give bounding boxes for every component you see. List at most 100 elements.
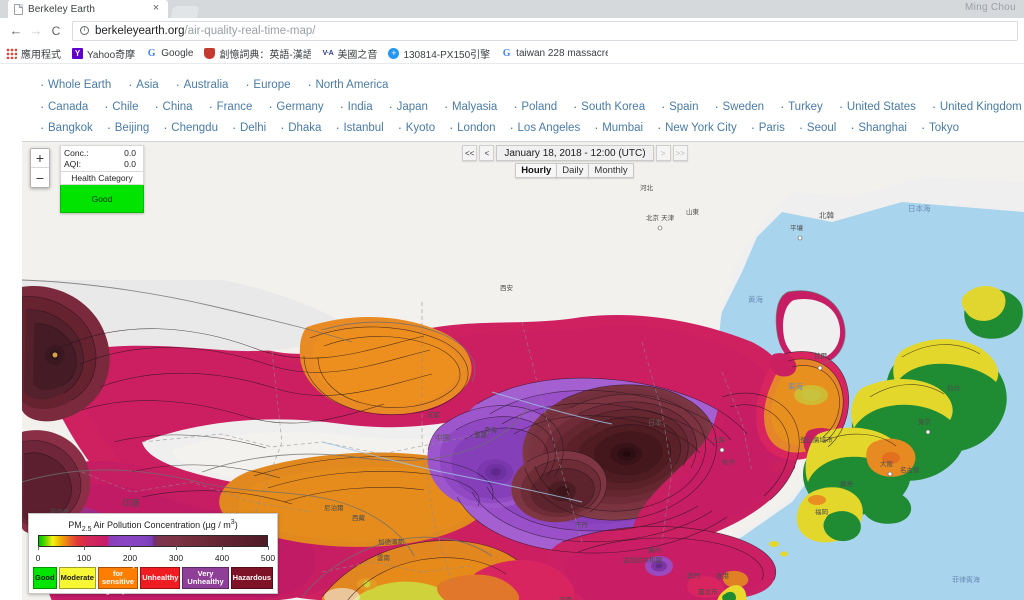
zoom-control[interactable]: + − xyxy=(30,148,50,188)
link-new-york-city[interactable]: New York City xyxy=(657,118,737,139)
link-row-continents: Whole Earth Asia Australia Europe North Amer… xyxy=(40,74,1024,96)
link-poland[interactable]: Poland xyxy=(513,97,557,118)
address-bar[interactable]: berkeleyearth.org/air-quality-real-time-… xyxy=(72,20,1018,41)
health-category-value: Good xyxy=(60,185,144,213)
bookmark-px150[interactable]: + 130814-PX150引擎 xyxy=(388,46,490,61)
map-label-fukuoka: 福岡 xyxy=(815,507,828,516)
bookmark-dictionary[interactable]: 創憶詞典：英語-漢語 xyxy=(204,46,311,61)
map-label-india: 印度 xyxy=(122,497,140,509)
info-icon[interactable] xyxy=(80,25,89,35)
link-turkey[interactable]: Turkey xyxy=(780,97,823,118)
link-london[interactable]: London xyxy=(449,118,495,139)
map-label-osaka: 大阪 xyxy=(880,459,894,468)
map-label-chengdu: 成都 xyxy=(427,410,441,419)
link-india[interactable]: India xyxy=(340,97,373,118)
map-label-macau: 澳門 xyxy=(687,571,700,580)
pm25-legend: PM2.5 Air Pollution Concentration (µg / … xyxy=(28,513,278,594)
map-label-philippine-sea: 菲律賓海 xyxy=(952,575,980,584)
yahoo-icon: Y xyxy=(72,48,83,59)
link-tokyo[interactable]: Tokyo xyxy=(921,118,959,139)
map-label-seoul: 首爾 xyxy=(814,351,828,360)
bookmark-google[interactable]: G Google xyxy=(146,48,194,59)
link-united-kingdom[interactable]: United Kingdom xyxy=(932,97,1022,118)
link-china[interactable]: China xyxy=(155,97,193,118)
link-spain[interactable]: Spain xyxy=(661,97,698,118)
link-canada[interactable]: Canada xyxy=(40,97,88,118)
page-content: Whole Earth Asia Australia Europe North Amer… xyxy=(0,64,1024,600)
profile-name[interactable]: Ming Chou xyxy=(965,2,1016,13)
close-icon[interactable]: × xyxy=(150,3,162,15)
link-istanbul[interactable]: Istanbul xyxy=(335,118,383,139)
health-category-label: Health Category xyxy=(60,172,144,185)
legend-title-sub: 2.5 xyxy=(81,526,92,533)
link-chengdu[interactable]: Chengdu xyxy=(163,118,218,139)
link-delhi[interactable]: Delhi xyxy=(232,118,266,139)
legend-title-rest: Air Pollution Concentration (µg / m xyxy=(91,520,231,531)
map-label-sendai: 仙台 xyxy=(947,383,960,392)
legend-category-hazardous: Hazardous xyxy=(230,567,273,589)
prev-frame-button[interactable]: < xyxy=(479,145,495,161)
bookmark-label: taiwan 228 massacre xyxy=(516,48,609,59)
link-france[interactable]: France xyxy=(209,97,253,118)
link-dhaka[interactable]: Dhaka xyxy=(280,118,321,139)
first-frame-button[interactable]: << xyxy=(462,145,478,161)
legend-category-moderate: Moderate xyxy=(58,567,96,589)
link-los-angeles[interactable]: Los Angeles xyxy=(510,118,581,139)
link-shanghai[interactable]: Shanghai xyxy=(850,118,907,139)
link-united-states[interactable]: United States xyxy=(839,97,916,118)
bookmark-label: Google xyxy=(161,48,194,59)
bookmark-yahoo[interactable]: Y Yahoo奇摩 xyxy=(72,46,135,61)
link-japan[interactable]: Japan xyxy=(389,97,428,118)
link-south-korea[interactable]: South Korea xyxy=(573,97,645,118)
frequency-daily[interactable]: Daily xyxy=(556,163,590,178)
frequency-monthly[interactable]: Monthly xyxy=(588,163,634,178)
link-whole-earth[interactable]: Whole Earth xyxy=(40,75,111,96)
map-label-bangladesh: 孟加拉共和國 xyxy=(623,555,662,564)
link-north-america[interactable]: North America xyxy=(308,75,389,96)
map-label-nepal: 尼泊爾 xyxy=(324,503,344,512)
link-bangkok[interactable]: Bangkok xyxy=(40,118,93,139)
bookmarks-bar: 應用程式 Y Yahoo奇摩 G Google 創憶詞典：英語-漢語 V·A 美… xyxy=(0,44,1024,64)
legend-tick-300: 300 xyxy=(168,553,184,563)
map-label-hainan: 海南 xyxy=(559,595,573,600)
link-australia[interactable]: Australia xyxy=(176,75,229,96)
link-kyoto[interactable]: Kyoto xyxy=(398,118,435,139)
bookmark-label: 應用程式 xyxy=(21,50,61,61)
readout-values: Conc.: 0.0 AQI: 0.0 xyxy=(60,145,144,172)
bookmark-apps[interactable]: 應用程式 xyxy=(6,46,61,61)
link-paris[interactable]: Paris xyxy=(751,118,785,139)
shield-icon xyxy=(204,48,216,59)
legend-category-very-unhealthy: Very Unhealthy xyxy=(182,567,229,589)
link-asia[interactable]: Asia xyxy=(128,75,158,96)
tab-strip: Berkeley Earth × Ming Chou xyxy=(0,0,1024,18)
link-seoul[interactable]: Seoul xyxy=(799,118,836,139)
air-quality-map[interactable]: 中國 日本 北韓 日本海 黃海 東海 菲律賓海 印度 北京 天津 西安 成都 重… xyxy=(22,141,1024,600)
back-icon[interactable]: ← xyxy=(6,21,26,41)
legend-category-unhealthy-sensitive: Unhealthy for sensitive groups xyxy=(97,560,139,595)
link-germany[interactable]: Germany xyxy=(268,97,323,118)
zoom-out-button[interactable]: − xyxy=(31,168,49,187)
link-chile[interactable]: Chile xyxy=(104,97,138,118)
reload-icon[interactable]: C xyxy=(46,21,66,41)
next-frame-button: > xyxy=(655,145,671,161)
link-malyasia[interactable]: Malyasia xyxy=(444,97,497,118)
map-label-busan: 釜山廣域市 xyxy=(800,435,833,444)
bookmark-voa[interactable]: V·A 美國之音 xyxy=(322,46,377,61)
current-datetime[interactable]: January 18, 2018 - 12:00 (UTC) xyxy=(496,145,654,161)
legend-tick-100: 100 xyxy=(76,553,92,563)
link-europe[interactable]: Europe xyxy=(245,75,290,96)
bookmark-taiwan-228[interactable]: G taiwan 228 massacre xyxy=(501,48,608,59)
date-nav-row: << < January 18, 2018 - 12:00 (UTC) > >> xyxy=(462,145,688,161)
browser-tab-berkeley-earth[interactable]: Berkeley Earth × xyxy=(8,0,168,18)
link-mumbai[interactable]: Mumbai xyxy=(594,118,643,139)
legend-categories: Good Moderate Unhealthy for sensitive gr… xyxy=(33,560,273,595)
conc-label: Conc.: xyxy=(64,148,89,158)
link-sweden[interactable]: Sweden xyxy=(715,97,765,118)
map-label-kathmandu: 加德滿都 xyxy=(378,537,405,546)
bookmark-blue-icon: + xyxy=(388,48,400,59)
frequency-hourly[interactable]: Hourly xyxy=(515,163,558,178)
zoom-in-button[interactable]: + xyxy=(31,149,49,168)
link-beijing[interactable]: Beijing xyxy=(107,118,150,139)
map-label-guangzhou: 廣州 xyxy=(648,545,661,554)
new-tab-button[interactable] xyxy=(170,6,200,18)
